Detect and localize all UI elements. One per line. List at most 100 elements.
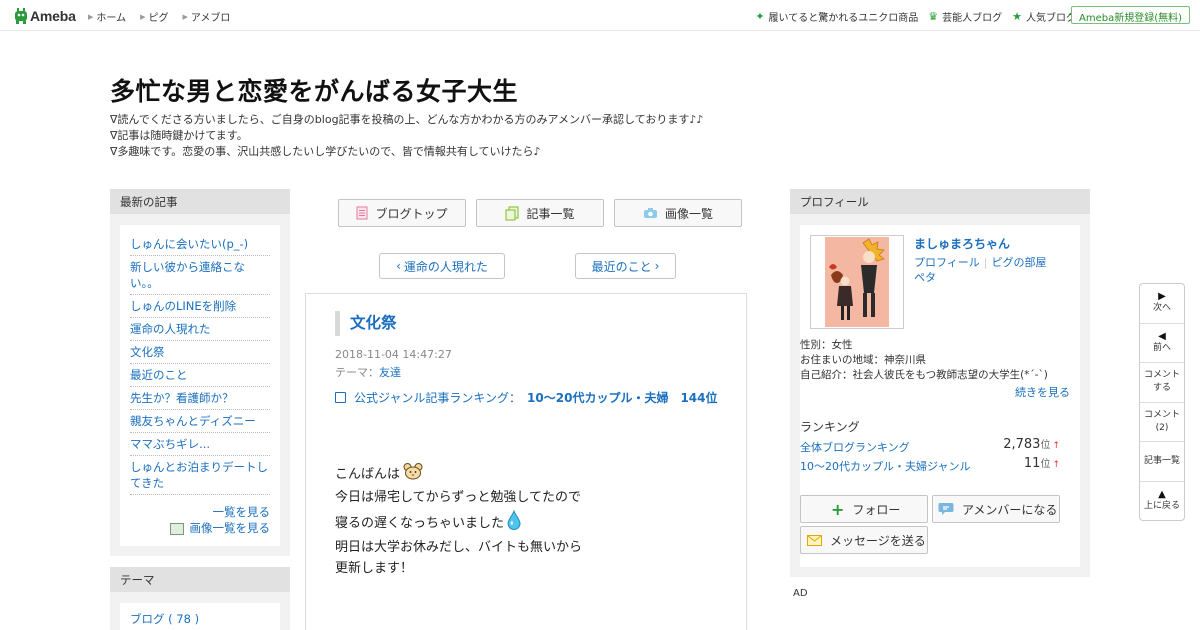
article-list-button[interactable]: 記事一覧: [476, 199, 604, 227]
profile-heading: プロフィール: [790, 189, 1090, 214]
theme-list-box: ブログ ( 78 ): [120, 603, 280, 630]
triangle-right-icon: ▶: [88, 12, 94, 21]
image-list-button[interactable]: 画像一覧: [614, 199, 742, 227]
top-link-uniqlo[interactable]: ✦ 履いてると驚かれるユニクロ商品: [755, 9, 918, 24]
latest-article-item[interactable]: 新しい彼から連絡こない。。: [130, 256, 270, 295]
article-ranking[interactable]: 公式ジャンル記事ランキング： 10〜20代カップル・夫婦 144位: [335, 389, 718, 406]
signup-button[interactable]: Ameba新規登録(無料): [1070, 6, 1190, 24]
image-list-label: 画像一覧: [664, 206, 713, 221]
amember-button[interactable]: アメンバーになる: [932, 495, 1060, 523]
send-message-button[interactable]: メッセージを送る: [800, 526, 928, 554]
floating-nav: ▶ 次へ ◀ 前へ コメントする コメント(2) 記事一覧 ▲ 上に戻る: [1139, 283, 1185, 521]
float-article-list-button[interactable]: 記事一覧: [1140, 442, 1184, 482]
article-theme: テーマ：友達: [335, 364, 401, 380]
latest-article-link[interactable]: しゅんに会いたい(p_-): [130, 237, 248, 251]
plus-icon: +: [831, 499, 845, 519]
ameba-logo[interactable]: Ameba: [14, 7, 76, 25]
profile-panel: プロフィール ましゅまろちゃん プロフィール | ピグの部屋 ペタ 性別：女性 …: [790, 189, 1090, 577]
latest-article-item[interactable]: ママぶちギレ...: [130, 433, 270, 456]
blog-description-line: ∇読んでくださる方いましたら、ご自身のblog記事を投稿の上、どんな方かわかる方…: [110, 113, 704, 126]
float-comment-count-button[interactable]: コメント(2): [1140, 403, 1184, 442]
profile-more-link[interactable]: 続きを見る: [1015, 384, 1070, 400]
profile-avatar[interactable]: [810, 235, 904, 329]
float-prev-button[interactable]: ◀ 前へ: [1140, 324, 1184, 363]
ranking-value: 11位 ↑: [1024, 455, 1060, 471]
article-body-line: 今日は帰宅してからずっと勉強してたので: [335, 490, 581, 505]
article-ranking-value: 10〜20代カップル・夫婦 144位: [527, 391, 718, 405]
follow-label: フォロー: [852, 502, 901, 517]
latest-article-link[interactable]: ママぶちギレ...: [130, 437, 210, 451]
top-link-popular[interactable]: ★ 人気ブログ: [1012, 9, 1076, 24]
peta-link[interactable]: ペタ: [914, 271, 936, 284]
article-date: 2018-11-04 14:47:27: [335, 348, 452, 361]
latest-article-link[interactable]: 新しい彼から連絡こない。。: [130, 260, 245, 290]
float-comment-button[interactable]: コメントする: [1140, 363, 1184, 403]
profile-name[interactable]: ましゅまろちゃん: [914, 235, 1010, 252]
profile-info: 性別：女性 お住まいの地域：神奈川県 自己紹介：社会人彼氏をもつ教師志望の大学生…: [800, 338, 1070, 383]
crown-icon: ♛: [928, 10, 939, 23]
profile-link[interactable]: プロフィール: [914, 256, 980, 269]
blog-description-line: ∇記事は随時鍵かけてます。: [110, 129, 248, 142]
avatar-illustration: [825, 237, 889, 327]
float-next-button[interactable]: ▶ 次へ: [1140, 284, 1184, 324]
top-nav-home[interactable]: ▶ ホーム: [88, 9, 126, 25]
profile-links: プロフィール | ピグの部屋 ペタ: [914, 255, 1047, 285]
link-separator: |: [983, 256, 988, 269]
ad-label: AD: [793, 588, 808, 599]
latest-article-link[interactable]: 親友ちゃんとディズニー: [130, 414, 256, 428]
latest-article-item[interactable]: 文化祭: [130, 341, 270, 364]
theme-item[interactable]: ブログ ( 78 ): [130, 612, 199, 626]
next-article-label: 最近のこと: [591, 259, 652, 274]
ranking-row-overall: 全体ブログランキング 2,783位 ↑: [800, 436, 1060, 455]
article-body-line: 明日は大学お休みだし、バイトも無いから: [335, 540, 583, 555]
see-images-link[interactable]: 画像一覧を見る: [190, 521, 271, 535]
send-message-label: メッセージを送る: [830, 533, 926, 548]
latest-article-item[interactable]: 最近のこと: [130, 364, 270, 387]
latest-article-link[interactable]: 先生か？看護師か？: [130, 391, 234, 405]
profile-gender: 性別：女性: [800, 339, 853, 351]
article-theme-link[interactable]: 友達: [379, 366, 401, 379]
follow-button[interactable]: + フォロー: [800, 495, 928, 523]
water-drop-emoji-icon: [507, 509, 521, 537]
see-list-link[interactable]: 一覧を見る: [213, 505, 271, 519]
top-nav-label: アメブロ: [190, 13, 231, 24]
latest-article-link[interactable]: 文化祭: [130, 345, 165, 359]
latest-articles-list-box: しゅんに会いたい(p_-) 新しい彼から連絡こない。。 しゅんのLINEを削除 …: [120, 225, 280, 546]
ranking-unit: 位: [1040, 440, 1051, 451]
pigg-room-link[interactable]: ピグの部屋: [992, 256, 1047, 269]
ranking-label[interactable]: 10〜20代カップル・夫婦ジャンル: [800, 460, 970, 473]
profile-intro: 自己紹介：社会人彼氏をもつ教師志望の大学生(*´-`): [800, 369, 1048, 381]
blog-top-button[interactable]: ブログトップ: [338, 199, 466, 227]
next-article-button[interactable]: 最近のこと ›: [575, 253, 676, 279]
latest-article-link[interactable]: 最近のこと: [130, 368, 188, 382]
latest-article-link[interactable]: しゅんとお泊まりデートしてきた: [130, 460, 268, 490]
latest-article-item[interactable]: 親友ちゃんとディズニー: [130, 410, 270, 433]
ranking-value: 2,783位 ↑: [1003, 436, 1060, 452]
float-label: 記事一覧: [1143, 455, 1180, 466]
ranking-label[interactable]: 全体ブログランキング: [800, 441, 910, 454]
latest-article-item[interactable]: 先生か？看護師か？: [130, 387, 270, 410]
ranking-unit: 位: [1040, 459, 1051, 470]
prev-article-label: 運命の人現れた: [403, 259, 488, 274]
float-back-to-top-button[interactable]: ▲ 上に戻る: [1140, 482, 1184, 522]
ranking-number: 2,783: [1003, 437, 1041, 452]
latest-article-item[interactable]: 運命の人現れた: [130, 318, 270, 341]
envelope-icon: [807, 534, 822, 546]
latest-article-item[interactable]: しゅんに会いたい(p_-): [130, 233, 270, 256]
mouse-emoji-icon: [403, 462, 423, 487]
document-icon: [356, 206, 368, 220]
latest-article-item[interactable]: しゅんとお泊まりデートしてきた: [130, 456, 270, 495]
top-nav-ameblo[interactable]: ▶ アメブロ: [182, 9, 231, 25]
image-gallery-icon: [169, 522, 184, 535]
latest-article-item[interactable]: しゅんのLINEを削除: [130, 295, 270, 318]
theme-panel: テーマ ブログ ( 78 ): [110, 567, 290, 630]
top-link-celebrity[interactable]: ♛ 芸能人ブログ: [928, 9, 1002, 24]
article-title[interactable]: 文化祭: [335, 311, 397, 336]
copy-pages-icon: [505, 206, 519, 220]
prev-article-button[interactable]: ‹ 運命の人現れた: [379, 253, 505, 279]
latest-article-link[interactable]: しゅんのLINEを削除: [130, 299, 236, 313]
top-nav-pigg[interactable]: ▶ ピグ: [140, 9, 168, 25]
latest-article-link[interactable]: 運命の人現れた: [130, 322, 211, 336]
camera-icon: [643, 208, 657, 218]
blog-title[interactable]: 多忙な男と恋愛をがんばる女子大生: [110, 72, 518, 108]
